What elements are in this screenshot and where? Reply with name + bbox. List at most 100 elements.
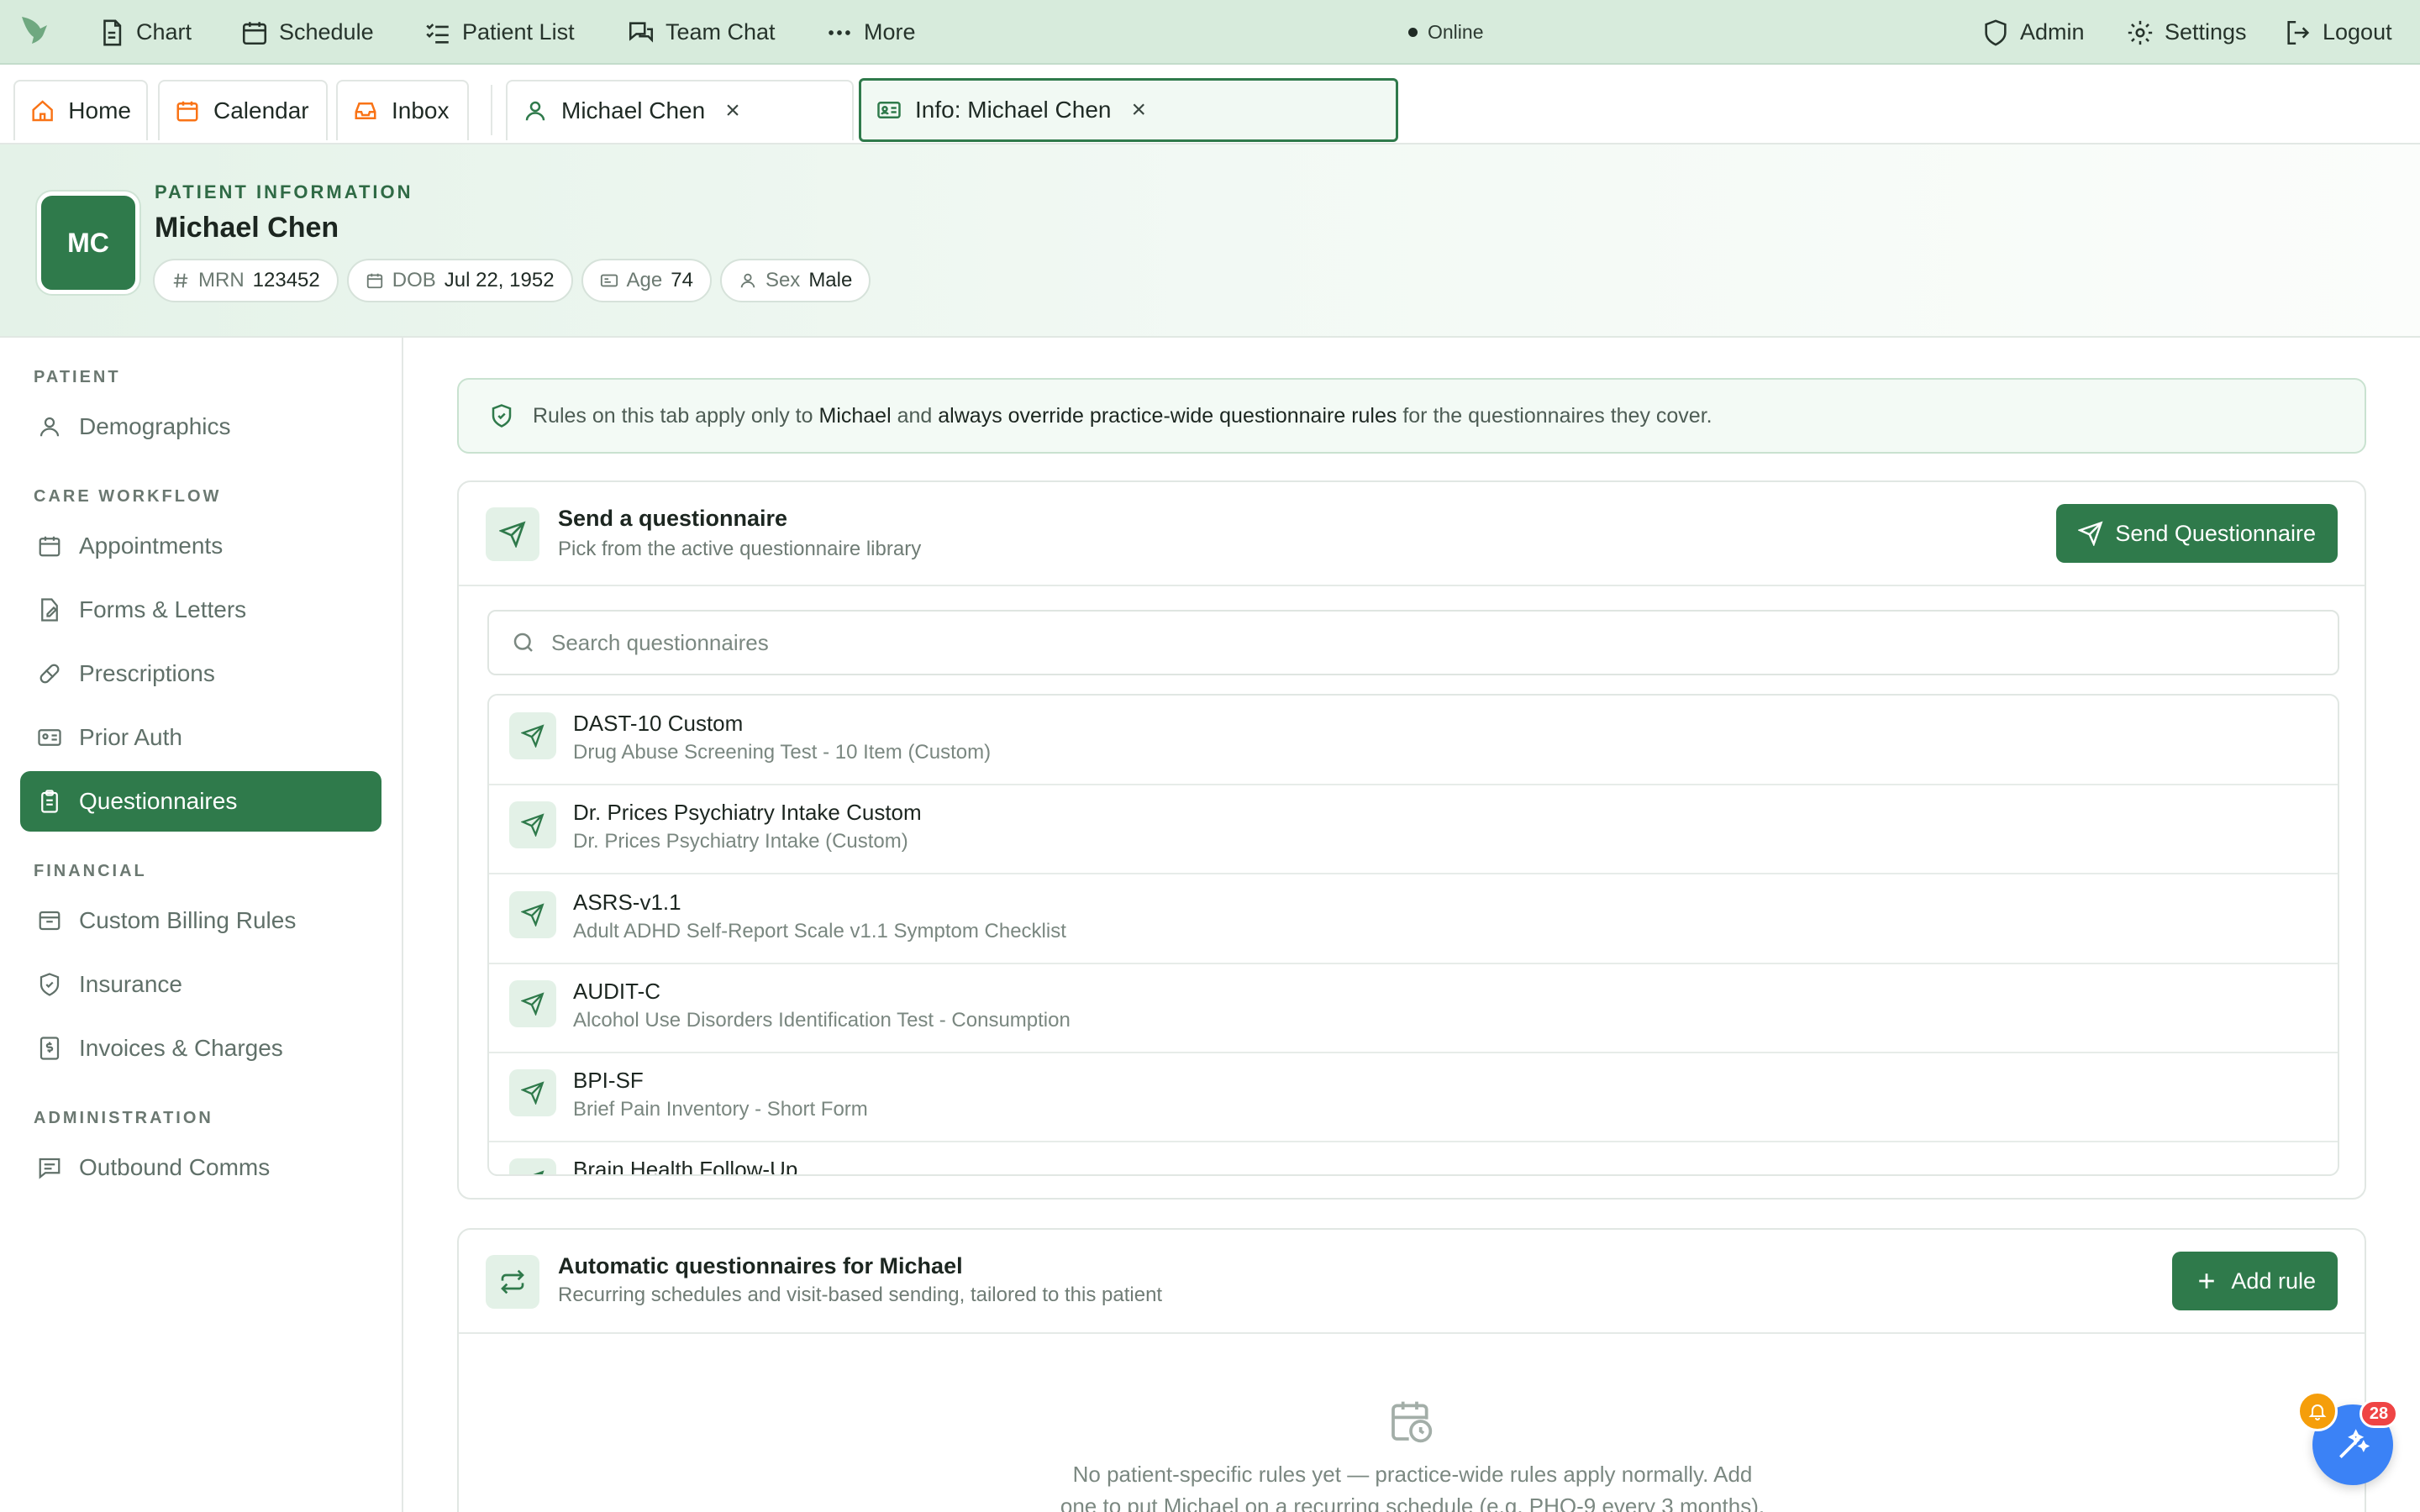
send-icon-box (509, 1158, 556, 1174)
close-icon[interactable]: × (725, 97, 740, 125)
top-navigation: Chart Schedule Patient List Team Chat Mo… (0, 0, 2420, 65)
nav-admin[interactable]: Admin (1981, 0, 2085, 65)
tab-inbox-label: Inbox (392, 97, 450, 123)
questionnaire-title: Dr. Prices Psychiatry Intake Custom (573, 800, 922, 825)
list-item[interactable]: Brain Health Follow-Up (489, 1142, 2338, 1174)
nav-settings[interactable]: Settings (2126, 0, 2247, 65)
nav-team-chat-label: Team Chat (666, 19, 776, 45)
tab-home-label: Home (68, 97, 131, 123)
sidebar-item-label: Prescriptions (79, 660, 215, 686)
tab-info-michael-chen[interactable]: Info: Michael Chen × (859, 78, 1398, 142)
sidebar-item-forms-letters[interactable]: Forms & Letters (20, 580, 381, 640)
questionnaire-list[interactable]: DAST-10 Custom Drug Abuse Screening Test… (487, 694, 2339, 1176)
send-card-subtitle: Pick from the active questionnaire libra… (558, 538, 922, 560)
auto-card-header: Automatic questionnaires for Michael Rec… (459, 1230, 2365, 1334)
status-dot-icon (1408, 28, 1418, 37)
app-logo-icon[interactable] (18, 13, 55, 47)
logout-icon (2287, 20, 2310, 45)
sidebar-item-demographics[interactable]: Demographics (20, 396, 381, 457)
patient-eyebrow: PATIENT INFORMATION (155, 181, 413, 202)
questionnaire-subtitle: Adult ADHD Self-Report Scale v1.1 Sympto… (573, 920, 1066, 942)
inbox-icon (355, 102, 376, 119)
id-card-icon (38, 729, 61, 746)
search-placeholder: Search questionnaires (551, 629, 769, 655)
search-input[interactable]: Search questionnaires (487, 610, 2339, 675)
edit-document-icon (41, 598, 58, 622)
invoice-icon (39, 1037, 60, 1060)
empty-state-line-1: No patient-specific rules yet — practice… (1072, 1462, 1753, 1487)
repeat-icon-box (486, 1255, 539, 1309)
user-icon (740, 273, 755, 288)
shield-icon (1985, 18, 2007, 46)
list-item[interactable]: ASRS-v1.1 Adult ADHD Self-Report Scale v… (489, 874, 2338, 964)
nav-more[interactable]: More (825, 0, 916, 65)
sidebar-item-prescriptions[interactable]: Prescriptions (20, 643, 381, 704)
nav-schedule[interactable]: Schedule (240, 0, 374, 65)
tab-patient-label: Michael Chen (561, 97, 706, 123)
id-card-icon (600, 274, 618, 287)
questionnaire-subtitle: Brief Pain Inventory - Short Form (573, 1098, 868, 1121)
avatar: MC (37, 192, 139, 294)
questionnaire-subtitle: Drug Abuse Screening Test - 10 Item (Cus… (573, 741, 992, 764)
close-icon[interactable]: × (1131, 96, 1146, 124)
sidebar-item-label: Outbound Comms (79, 1154, 271, 1180)
add-rule-button[interactable]: Add rule (2172, 1252, 2338, 1310)
dob-chip: DOB Jul 22, 1952 (346, 259, 573, 302)
nav-team-chat[interactable]: Team Chat (627, 0, 776, 65)
questionnaire-title: AUDIT-C (573, 979, 660, 1004)
home-icon (32, 100, 53, 122)
calendar-icon (176, 101, 198, 122)
sidebar-item-invoices-charges[interactable]: Invoices & Charges (20, 1018, 381, 1079)
online-status: Online (1408, 0, 1483, 65)
send-icon-box (486, 507, 539, 561)
user-icon (39, 417, 60, 437)
sidebar-item-custom-billing-rules[interactable]: Custom Billing Rules (20, 890, 381, 951)
banner-pre: Rules on this tab apply only to (533, 403, 813, 428)
sidebar-item-appointments[interactable]: Appointments (20, 516, 381, 576)
list-item[interactable]: AUDIT-C Alcohol Use Disorders Identifica… (489, 963, 2338, 1053)
send-questionnaire-card: Send a questionnaire Pick from the activ… (457, 480, 2366, 1200)
nav-logout[interactable]: Logout (2284, 0, 2392, 65)
tab-calendar[interactable]: Calendar (158, 80, 328, 140)
clipboard-icon (41, 790, 58, 813)
questionnaire-title: DAST-10 Custom (573, 711, 744, 736)
sidebar-item-prior-auth[interactable]: Prior Auth (20, 707, 381, 768)
age-label: Age (626, 269, 663, 291)
hash-icon (173, 273, 188, 288)
bell-icon (2308, 1404, 2327, 1420)
nav-patient-list[interactable]: Patient List (424, 0, 575, 65)
tab-divider (491, 85, 492, 135)
tab-patient-michael-chen[interactable]: Michael Chen × (506, 80, 854, 140)
pill-icon (39, 664, 60, 684)
sidebar-item-outbound-comms[interactable]: Outbound Comms (20, 1137, 381, 1198)
chat-icon (629, 21, 654, 43)
age-value: 74 (671, 269, 693, 291)
nav-chart[interactable]: Chart (97, 0, 192, 65)
mrn-label: MRN (198, 269, 245, 291)
notification-bell[interactable] (2297, 1391, 2338, 1431)
send-questionnaire-button-label: Send Questionnaire (2115, 520, 2316, 546)
banner-post: for the questionnaires they cover. (1402, 403, 1712, 428)
auto-card-subtitle: Recurring schedules and visit-based send… (558, 1284, 1163, 1306)
list-item[interactable]: DAST-10 Custom Drug Abuse Screening Test… (489, 696, 2338, 785)
tab-home[interactable]: Home (13, 80, 148, 140)
send-questionnaire-button[interactable]: Send Questionnaire (2056, 504, 2338, 563)
tab-inbox[interactable]: Inbox (336, 80, 469, 140)
list-item[interactable]: BPI-SF Brief Pain Inventory - Short Form (489, 1053, 2338, 1142)
age-chip: Age 74 (581, 259, 712, 302)
send-card-header: Send a questionnaire Pick from the activ… (459, 482, 2365, 586)
section-administration: ADMINISTRATION (34, 1109, 213, 1127)
automatic-questionnaires-card: Automatic questionnaires for Michael Rec… (457, 1228, 2366, 1512)
sidebar-item-insurance[interactable]: Insurance (20, 954, 381, 1015)
sidebar-item-label: Invoices & Charges (79, 1035, 283, 1061)
sidebar-item-questionnaires[interactable]: Questionnaires (20, 771, 381, 832)
send-icon (521, 813, 544, 837)
questionnaire-subtitle: Alcohol Use Disorders Identification Tes… (573, 1009, 1071, 1032)
calendar-icon (242, 21, 267, 45)
search-icon (513, 633, 533, 652)
calendar-icon (366, 273, 382, 289)
shield-check-icon (492, 404, 512, 428)
list-item[interactable]: Dr. Prices Psychiatry Intake Custom Dr. … (489, 785, 2338, 874)
send-icon (521, 1081, 544, 1105)
send-icon-box (509, 891, 556, 938)
